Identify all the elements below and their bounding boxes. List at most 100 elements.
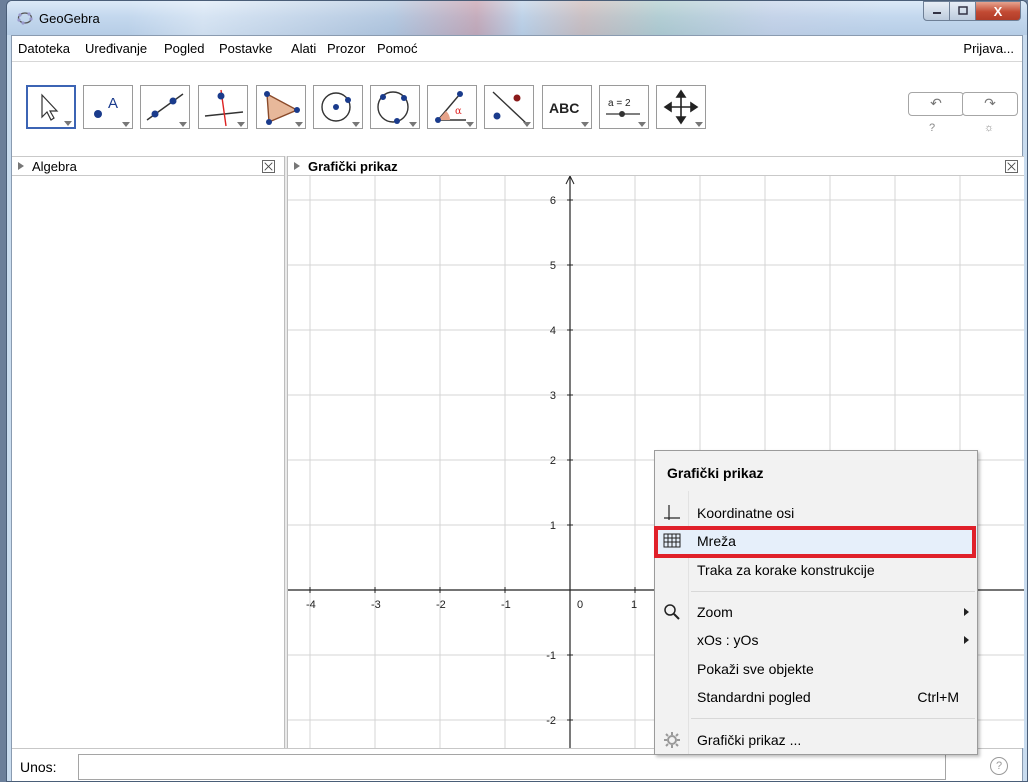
menu-tools[interactable]: Alati [291,41,316,56]
menu-edit[interactable]: Uređivanje [85,41,147,56]
menu-item-standard-view[interactable]: Standardni pogled Ctrl+M [655,684,977,710]
dropdown-triangle-icon [409,122,417,127]
dropdown-triangle-icon [523,122,531,127]
menu-view[interactable]: Pogled [164,41,204,56]
svg-text:A: A [108,95,118,112]
close-panel-icon[interactable] [262,160,275,173]
input-field[interactable] [78,754,946,780]
x-tick-label: -4 [306,599,316,611]
algebra-view[interactable] [12,176,284,748]
menu-window[interactable]: Prozor [327,41,365,56]
menu-item-axes[interactable]: Koordinatne osi [655,500,977,526]
menu-item-axis-ratio[interactable]: xOs : yOs [655,627,977,653]
reflect-tool-button[interactable] [484,85,534,129]
title-bar-background [127,1,887,35]
y-tick-label: 4 [550,325,556,337]
graphics-panel-title: Grafički prikaz [308,159,398,174]
geogebra-logo-icon [17,12,33,25]
menu-item-label: xOs : yOs [697,632,759,648]
help-icon[interactable]: ? [929,122,935,134]
x-tick-label: 0 [577,599,583,611]
input-label: Unos: [20,759,57,775]
dropdown-triangle-icon [352,122,360,127]
shortcut-label: Ctrl+M [917,689,959,705]
line-tool-button[interactable] [140,85,190,129]
dropdown-triangle-icon [64,121,72,126]
y-tick-label: -2 [546,715,556,727]
x-tick-label: 1 [631,599,637,611]
x-tick-label: -3 [371,599,381,611]
point-tool-button[interactable]: A [83,85,133,129]
settings-gear-icon[interactable]: ☼ [984,122,994,134]
move-graphics-view-tool-button[interactable] [656,85,706,129]
submenu-arrow-icon [964,608,969,616]
axes-icon [664,505,680,520]
circle-three-points-tool-button[interactable] [370,85,420,129]
context-menu-title: Grafički prikaz [667,465,764,481]
menu-item-label: Grafički prikaz ... [697,732,802,748]
move-tool-button[interactable] [26,85,76,129]
y-tick-label: 5 [550,260,556,272]
maximize-icon [957,6,968,15]
dropdown-triangle-icon [695,122,703,127]
menu-item-label: Traka za korake konstrukcije [697,562,875,578]
undo-button[interactable]: ↶ [908,92,964,116]
perpendicular-line-tool-button[interactable] [198,85,248,129]
slider-tool-button[interactable]: a = 2 [599,85,649,129]
menu-file[interactable]: Datoteka [18,41,70,56]
algebra-panel-header[interactable]: Algebra [12,156,284,176]
menu-item-label: Standardni pogled [697,689,811,705]
menu-item-label: Zoom [697,604,733,620]
menu-separator [691,718,975,719]
circle-center-point-tool-button[interactable] [313,85,363,129]
svg-text:α: α [455,106,462,117]
highlight-box [654,526,976,558]
dropdown-triangle-icon [179,122,187,127]
redo-icon: ↷ [984,95,996,111]
menu-help[interactable]: Pomoć [377,41,417,56]
menu-item-label: Pokaži sve objekte [697,661,814,677]
menu-item-zoom[interactable]: Zoom [655,599,977,625]
gear-icon [664,732,680,748]
close-button[interactable]: X [976,1,1021,21]
expand-arrow-icon[interactable] [294,162,300,170]
menu-item-navigation-bar[interactable]: Traka za korake konstrukcije [655,557,977,583]
dropdown-triangle-icon [122,122,130,127]
geogebra-window: GeoGebra X Datoteka Uređivanje Pogled Po… [6,0,1028,782]
app-client-area: Datoteka Uređivanje Pogled Postavke Alat… [11,35,1024,781]
dropdown-triangle-icon [466,122,474,127]
graphics-panel-header[interactable]: Grafički prikaz [288,156,1024,176]
undo-icon: ↶ [930,95,942,111]
input-help-icon[interactable]: ? [990,757,1008,775]
menu-options[interactable]: Postavke [219,41,272,56]
x-tick-label: -2 [436,599,446,611]
redo-button[interactable]: ↷ [962,92,1018,116]
login-link[interactable]: Prijava... [963,41,1014,56]
svg-text:a = 2: a = 2 [608,98,631,109]
y-tick-label: 1 [550,520,556,532]
polygon-tool-button[interactable] [256,85,306,129]
minimize-button[interactable] [923,1,950,21]
dropdown-triangle-icon [581,122,589,127]
dropdown-triangle-icon [638,122,646,127]
menu-item-graphics-settings[interactable]: Grafički prikaz ... [655,727,977,753]
y-tick-label: -1 [546,650,556,662]
y-tick-label: 3 [550,390,556,402]
close-icon: X [993,3,1003,19]
window-title: GeoGebra [39,11,100,26]
y-tick-label: 6 [550,195,556,207]
dropdown-triangle-icon [237,122,245,127]
menu-item-show-all-objects[interactable]: Pokaži sve objekte [655,656,977,682]
angle-tool-button[interactable]: α [427,85,477,129]
svg-text:ABC: ABC [549,100,579,116]
text-tool-button[interactable]: ABC [542,85,592,129]
graphics-context-menu: Grafički prikaz Koordinatne osi Mreža Tr… [654,450,978,755]
menu-item-label: Koordinatne osi [697,505,795,521]
minimize-icon [932,12,941,14]
maximize-button[interactable] [950,1,976,21]
close-panel-icon[interactable] [1005,160,1018,173]
expand-arrow-icon[interactable] [18,162,24,170]
menu-bar: Datoteka Uređivanje Pogled Postavke Alat… [12,36,1022,62]
menu-separator [691,591,975,592]
algebra-panel-title: Algebra [32,159,77,174]
